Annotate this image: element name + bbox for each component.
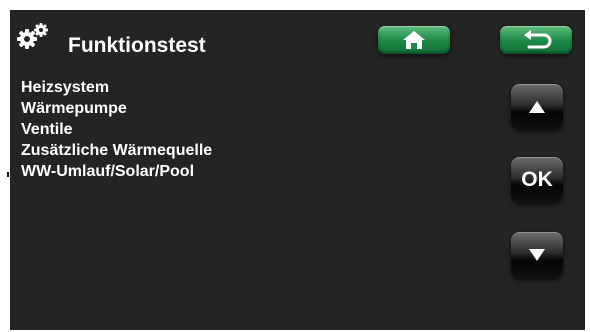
menu-item-waermepumpe[interactable]: Wärmepumpe <box>21 98 321 119</box>
edge-mark <box>7 172 9 177</box>
home-button[interactable] <box>378 26 450 54</box>
menu-item-heizsystem[interactable]: Heizsystem <box>21 77 321 98</box>
triangle-up-icon <box>529 101 545 113</box>
gears-icon <box>14 20 52 52</box>
back-button[interactable] <box>500 26 572 54</box>
scroll-down-button[interactable] <box>511 232 563 278</box>
menu-item-ww-umlauf-solar-pool[interactable]: WW-Umlauf/Solar/Pool <box>21 161 321 182</box>
menu-item-zusaetzliche-waermequelle[interactable]: Zusätzliche Wärmequelle <box>21 140 321 161</box>
triangle-down-icon <box>529 249 545 261</box>
menu-item-ventile[interactable]: Ventile <box>21 119 321 140</box>
home-icon <box>403 31 425 49</box>
ok-label: OK <box>521 168 553 191</box>
ok-button[interactable]: OK <box>511 157 563 203</box>
page-title: Funktionstest <box>68 34 206 57</box>
screen: Funktionstest Heizsystem Wärmepumpe Vent… <box>0 0 590 332</box>
scroll-up-button[interactable] <box>511 84 563 130</box>
return-arrow-icon <box>524 30 552 49</box>
function-test-menu: Heizsystem Wärmepumpe Ventile Zusätzlich… <box>21 77 321 182</box>
